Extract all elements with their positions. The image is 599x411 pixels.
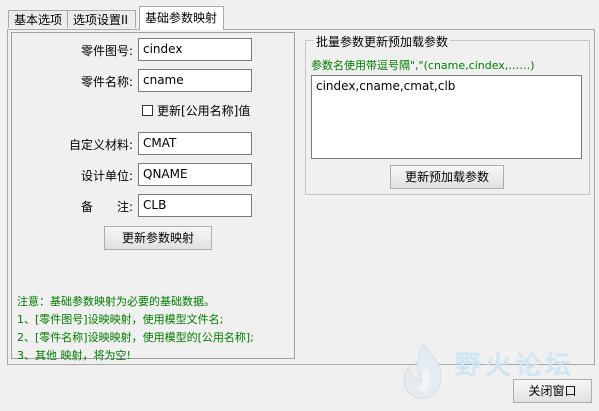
part-name-field[interactable]: cname xyxy=(138,69,252,92)
preload-params-group-title: 批量参数更新预加载参数 xyxy=(314,33,451,50)
remarks-label: 备 注: xyxy=(80,200,133,214)
flame-logo-icon xyxy=(403,344,442,400)
tab-basic-options[interactable]: 基本选项 xyxy=(8,10,68,28)
note-line-2: 1、[零件图号]设映映射，使用模型文件名; xyxy=(17,313,224,326)
custom-material-field[interactable]: CMAT xyxy=(138,132,252,155)
remarks-field[interactable]: CLB xyxy=(138,194,252,217)
part-name-label: 零件名称: xyxy=(80,75,133,89)
custom-material-label: 自定义材料: xyxy=(68,138,133,152)
tab-content-panel: 零件图号: cindex 零件名称: cname 更新[公用名称]值 自定义材料… xyxy=(7,29,595,365)
part-number-label: 零件图号: xyxy=(80,44,133,58)
update-common-name-label: 更新[公用名称]值 xyxy=(157,104,251,118)
design-unit-label: 设计单位: xyxy=(80,169,133,183)
preload-params-textarea[interactable]: cindex,cname,cmat,clb xyxy=(311,75,582,159)
close-window-button[interactable]: 关闭窗口 xyxy=(513,379,592,403)
update-common-name-checkbox[interactable] xyxy=(142,105,153,116)
design-unit-field[interactable]: QNAME xyxy=(138,163,252,186)
mapping-panel: 零件图号: cindex 零件名称: cname 更新[公用名称]值 自定义材料… xyxy=(11,32,295,362)
update-preload-button[interactable]: 更新预加载参数 xyxy=(390,165,504,189)
tab-base-param-mapping[interactable]: 基础参数映射 xyxy=(139,6,224,30)
note-line-1: 注意：基础参数映射为必要的基础数据。 xyxy=(17,295,215,308)
tab-options-settings-ii[interactable]: 选项设置II xyxy=(67,10,136,28)
preload-params-hint: 参数名使用带逗号隔","(cname,cindex,……) xyxy=(311,59,535,72)
part-number-field[interactable]: cindex xyxy=(138,38,252,61)
note-line-4: 3、其他 映射，将为空! xyxy=(17,349,131,362)
preload-params-group: 批量参数更新预加载参数 参数名使用带逗号隔","(cname,cindex,……… xyxy=(305,33,590,195)
watermark-text: 野火论坛 xyxy=(455,351,576,381)
note-line-3: 2、[零件名称]设映映射，使用模型的[公用名称]; xyxy=(17,331,254,344)
update-mapping-button[interactable]: 更新参数映射 xyxy=(104,226,212,250)
